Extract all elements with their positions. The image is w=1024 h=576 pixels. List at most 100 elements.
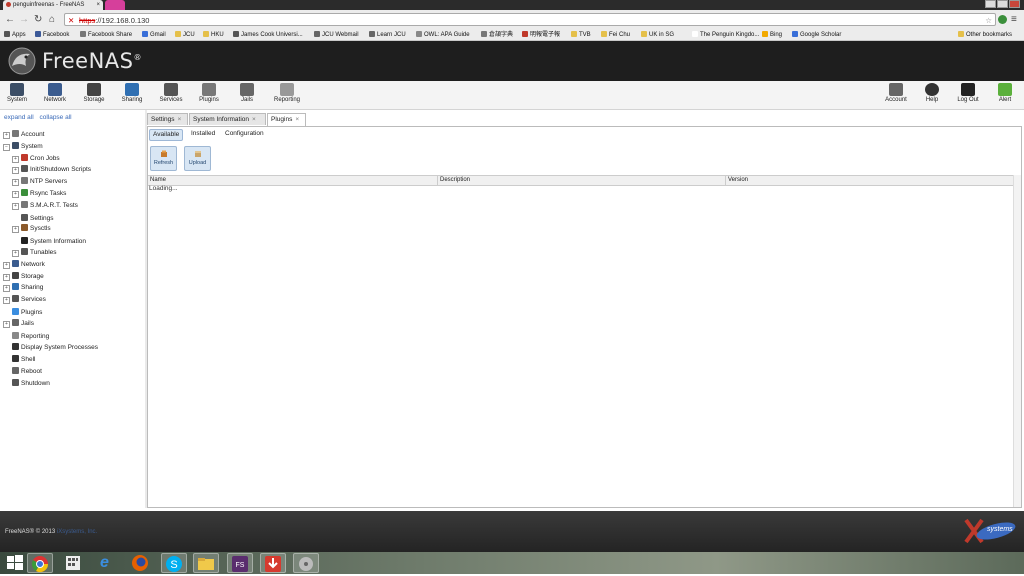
tree-expander-icon[interactable]: + (12, 155, 19, 163)
tree-item-shutdown[interactable]: Shutdown (3, 378, 50, 389)
tab-plugins[interactable]: Plugins × (267, 113, 306, 126)
tree-item-storage[interactable]: + Storage (3, 271, 44, 282)
company-link[interactable]: iXsystems, Inc. (57, 529, 97, 535)
subtab-configuration[interactable]: Configuration (222, 129, 267, 139)
reload-icon[interactable]: ↻ (34, 14, 42, 26)
close-window-button[interactable] (1009, 0, 1020, 8)
tree-item-reporting[interactable]: Reporting (3, 331, 49, 342)
back-arrow-icon[interactable]: ← (5, 14, 15, 26)
toolbar-sharing-button[interactable]: Sharing (117, 83, 147, 103)
bookmark-item[interactable]: 倉頡字典 (481, 30, 513, 40)
bookmark-item[interactable]: Fei Chu (601, 30, 630, 40)
minimize-button[interactable] (985, 0, 996, 8)
tree-item-s-m-a-r-t-tests[interactable]: + S.M.A.R.T. Tests (12, 200, 78, 211)
tree-item-reboot[interactable]: Reboot (3, 366, 42, 377)
column-version[interactable]: Version (725, 176, 1013, 185)
menu-icon[interactable]: ≡ (1011, 14, 1017, 26)
forward-arrow-icon[interactable]: → (19, 14, 29, 26)
tree-expander-icon[interactable]: + (12, 202, 19, 210)
tree-expander-icon[interactable]: + (12, 191, 19, 198)
bookmark-item[interactable]: Google Scholar (792, 30, 841, 40)
tree-expander-icon[interactable]: + (3, 285, 10, 293)
chrome-taskbar-button[interactable] (27, 553, 53, 573)
bookmark-item[interactable]: OWL: APA Guide (416, 30, 470, 40)
tree-item-sysctls[interactable]: + Sysctls (12, 224, 51, 234)
star-icon[interactable]: ☆ (985, 14, 992, 27)
toolbar-jails-button[interactable]: Jails (232, 83, 262, 103)
tree-item-network[interactable]: + Network (3, 259, 45, 270)
bookmark-item[interactable]: UK in SG (641, 30, 674, 40)
tree-expander-icon[interactable]: + (12, 167, 19, 175)
tree-expander-icon[interactable]: + (3, 132, 10, 139)
download-taskbar-button[interactable] (260, 553, 286, 573)
extension-icon[interactable] (998, 15, 1007, 24)
skype-taskbar-button[interactable]: S (161, 553, 187, 573)
calculator-taskbar-button[interactable] (61, 553, 87, 573)
bookmark-item[interactable]: Facebook (35, 30, 69, 40)
toolbar-plugins-button[interactable]: Plugins (194, 83, 224, 103)
tree-expander-icon[interactable]: + (3, 320, 10, 328)
toolbar-reporting-button[interactable]: Reporting (272, 83, 302, 103)
tree-item-system[interactable]: − System (3, 141, 43, 152)
column-description[interactable]: Description (437, 176, 725, 185)
tree-item-display-system-processes[interactable]: Display System Processes (3, 342, 98, 353)
new-tab-button[interactable] (105, 0, 125, 10)
tree-expander-icon[interactable]: + (12, 179, 19, 187)
tree-item-plugins[interactable]: Plugins (3, 307, 42, 318)
toolbar-log-out-button[interactable]: Log Out (953, 83, 983, 103)
ie-taskbar-button[interactable]: e (95, 553, 121, 573)
tree-expander-icon[interactable]: − (3, 143, 10, 151)
bookmark-item[interactable]: Gmail (142, 30, 166, 40)
tab-settings[interactable]: Settings × (147, 113, 188, 125)
browser-tab[interactable]: penguinfreenas - FreeNAS × (3, 0, 103, 10)
tree-item-ntp-servers[interactable]: + NTP Servers (12, 177, 67, 187)
bookmark-item[interactable]: Apps (4, 30, 26, 40)
tree-item-tunables[interactable]: + Tunables (12, 248, 57, 258)
tree-item-shell[interactable]: Shell (3, 354, 35, 365)
bookmark-item[interactable]: James Cook Universi... (233, 30, 303, 40)
expand-all-link[interactable]: expand all (4, 114, 34, 121)
toolbar-storage-button[interactable]: Storage (79, 83, 109, 103)
subtab-available[interactable]: Available (149, 129, 184, 141)
maximize-button[interactable] (997, 0, 1008, 8)
bookmark-item[interactable]: JCU (175, 30, 195, 40)
home-icon[interactable]: ⌂ (49, 14, 55, 26)
tab-system-information[interactable]: System Information × (189, 113, 266, 125)
tree-expander-icon[interactable]: + (3, 261, 10, 269)
toolbar-services-button[interactable]: Services (156, 83, 186, 103)
explorer-taskbar-button[interactable] (193, 553, 219, 573)
toolbar-account-button[interactable]: Account (881, 83, 911, 103)
tree-item-jails[interactable]: + Jails (3, 318, 34, 329)
bookmark-item[interactable]: Bing (762, 30, 782, 40)
bookmark-item[interactable]: HKU (203, 30, 224, 40)
tree-item-account[interactable]: + Account (3, 130, 45, 140)
tree-item-sharing[interactable]: + Sharing (3, 283, 43, 293)
close-tab-icon[interactable]: × (252, 116, 256, 123)
toolbar-alert-button[interactable]: Alert (990, 83, 1020, 103)
close-tab-icon[interactable]: × (295, 116, 299, 123)
bookmark-item[interactable]: The Penguin Kingdo... (692, 30, 759, 40)
tree-expander-icon[interactable]: + (3, 273, 10, 281)
firefox-taskbar-button[interactable] (128, 553, 154, 573)
toolbar-help-button[interactable]: Help (917, 83, 947, 103)
bookmark-item[interactable]: TVB (571, 30, 591, 40)
tree-item-system-information[interactable]: System Information (12, 236, 86, 247)
address-bar[interactable]: ✕ https://192.168.0.130 ☆ (64, 13, 996, 26)
settings-taskbar-button[interactable] (293, 553, 319, 573)
collapse-all-link[interactable]: collapse all (39, 114, 71, 121)
tree-item-services[interactable]: + Services (3, 295, 46, 305)
tree-expander-icon[interactable]: + (12, 226, 19, 234)
column-name[interactable]: Name (148, 176, 437, 185)
grid-scrollbar[interactable] (1013, 175, 1021, 507)
tree-expander-icon[interactable]: + (12, 250, 19, 257)
tree-item-cron-jobs[interactable]: + Cron Jobs (12, 153, 60, 164)
tree-item-init-shutdown-scripts[interactable]: + Init/Shutdown Scripts (12, 165, 91, 175)
refresh-button[interactable]: Refresh (150, 146, 177, 171)
fs-taskbar-button[interactable]: FS (227, 553, 253, 573)
close-tab-icon[interactable]: × (178, 116, 182, 123)
subtab-installed[interactable]: Installed (188, 129, 218, 139)
bookmark-item[interactable]: 明報電子報 (522, 30, 560, 40)
toolbar-network-button[interactable]: Network (40, 83, 70, 103)
tree-item-rsync-tasks[interactable]: + Rsync Tasks (12, 189, 66, 199)
upload-button[interactable]: Upload (184, 146, 211, 171)
